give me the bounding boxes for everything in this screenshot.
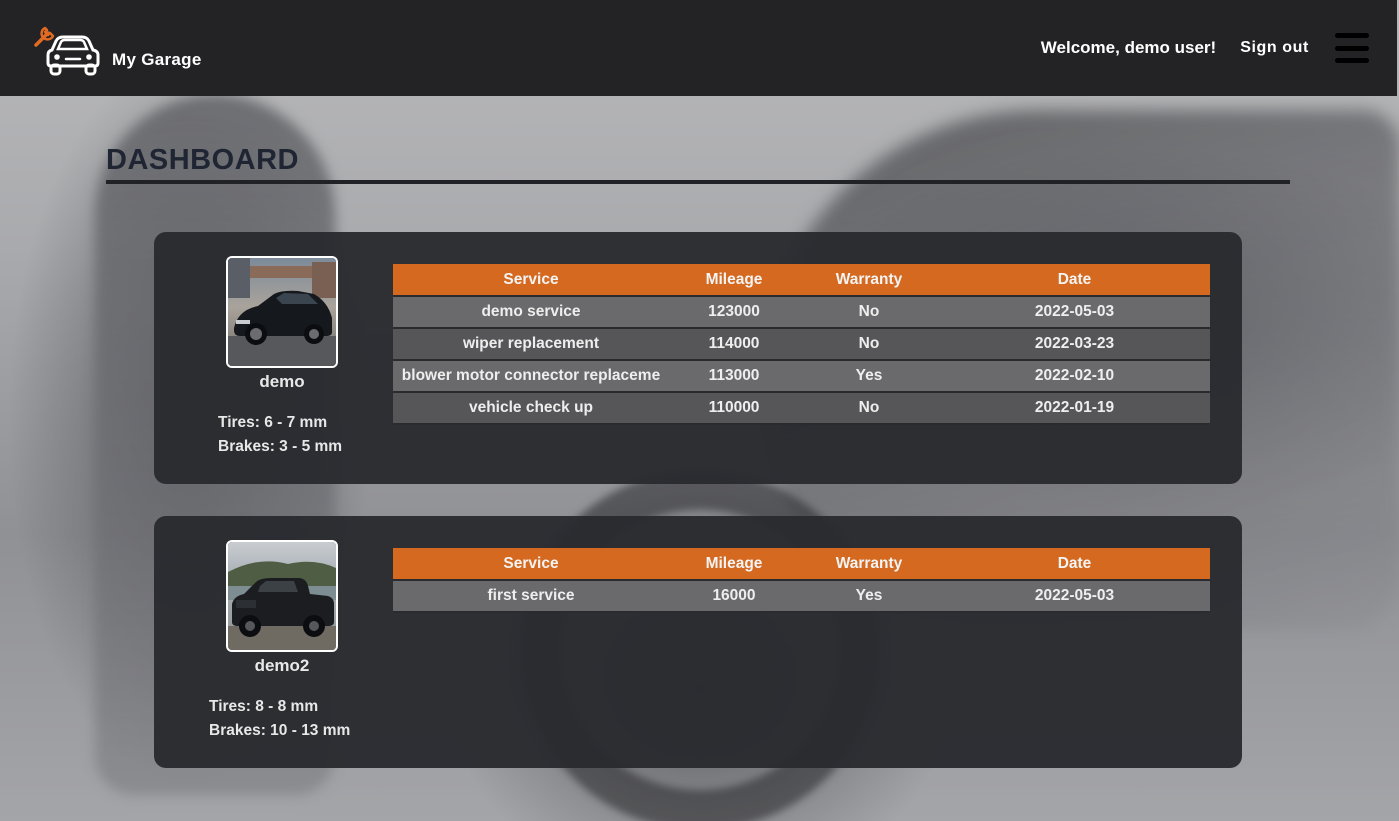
sign-out-link[interactable]: Sign out <box>1240 39 1309 57</box>
column-header-service[interactable]: Service <box>393 264 669 297</box>
service-table: Service Mileage Warranty Date first serv… <box>393 548 1210 613</box>
car-wrench-icon <box>30 19 102 81</box>
date-cell: 2022-02-10 <box>939 360 1210 393</box>
tires-spec: Tires: 8 - 8 mm <box>209 698 319 715</box>
table-row[interactable]: wiper replacement 114000 No 2022-03-23 <box>393 328 1210 361</box>
table-header-row: Service Mileage Warranty Date <box>393 548 1210 581</box>
vehicle-card-demo: demo Tires: 6 - 7 mm Brakes: 3 - 5 mm Se… <box>154 232 1242 484</box>
vehicle-card-demo2: demo2 Tires: 8 - 8 mm Brakes: 10 - 13 mm… <box>154 516 1242 768</box>
tires-spec: Tires: 6 - 7 mm <box>218 414 328 431</box>
brand-link[interactable]: My Garage <box>30 19 202 81</box>
date-cell: 2022-03-23 <box>939 328 1210 361</box>
column-header-date[interactable]: Date <box>939 548 1210 581</box>
hamburger-menu-icon[interactable] <box>1335 33 1369 63</box>
warranty-cell: Yes <box>799 580 939 613</box>
title-divider <box>106 180 1290 184</box>
table-row[interactable]: demo service 123000 No 2022-05-03 <box>393 296 1210 329</box>
brakes-spec: Brakes: 10 - 13 mm <box>209 722 351 739</box>
mileage-cell: 113000 <box>669 360 799 393</box>
mileage-cell: 110000 <box>669 392 799 425</box>
column-header-warranty[interactable]: Warranty <box>799 548 939 581</box>
mileage-cell: 123000 <box>669 296 799 329</box>
table-row[interactable]: vehicle check up 110000 No 2022-01-19 <box>393 392 1210 425</box>
welcome-message: Welcome, demo user! <box>1040 38 1217 57</box>
brand-name: My Garage <box>112 50 202 69</box>
vehicle-photo[interactable] <box>226 256 338 368</box>
mileage-cell: 16000 <box>669 580 799 613</box>
brakes-spec: Brakes: 3 - 5 mm <box>218 438 343 455</box>
page-title: DASHBOARD <box>106 144 299 176</box>
warranty-cell: No <box>799 392 939 425</box>
column-header-warranty[interactable]: Warranty <box>799 264 939 297</box>
service-table: Service Mileage Warranty Date demo servi… <box>393 264 1210 425</box>
date-cell: 2022-05-03 <box>939 580 1210 613</box>
column-header-mileage[interactable]: Mileage <box>669 264 799 297</box>
service-cell: demo service <box>393 296 669 329</box>
column-header-service[interactable]: Service <box>393 548 669 581</box>
header-actions: Welcome, demo user! Sign out <box>1040 33 1369 63</box>
service-cell: blower motor connector replaceme <box>393 360 669 393</box>
table-header-row: Service Mileage Warranty Date <box>393 264 1210 297</box>
warranty-cell: No <box>799 296 939 329</box>
vehicle-name: demo <box>259 372 305 391</box>
column-header-mileage[interactable]: Mileage <box>669 548 799 581</box>
service-cell: wiper replacement <box>393 328 669 361</box>
mileage-cell: 114000 <box>669 328 799 361</box>
table-row[interactable]: blower motor connector replaceme 113000 … <box>393 360 1210 393</box>
vehicle-name: demo2 <box>254 656 310 675</box>
date-cell: 2022-05-03 <box>939 296 1210 329</box>
service-cell: first service <box>393 580 669 613</box>
warranty-cell: No <box>799 328 939 361</box>
service-cell: vehicle check up <box>393 392 669 425</box>
vehicle-photo[interactable] <box>226 540 338 652</box>
top-navbar: My Garage Welcome, demo user! Sign out <box>0 0 1397 96</box>
column-header-date[interactable]: Date <box>939 264 1210 297</box>
date-cell: 2022-01-19 <box>939 392 1210 425</box>
table-row[interactable]: first service 16000 Yes 2022-05-03 <box>393 580 1210 613</box>
warranty-cell: Yes <box>799 360 939 393</box>
